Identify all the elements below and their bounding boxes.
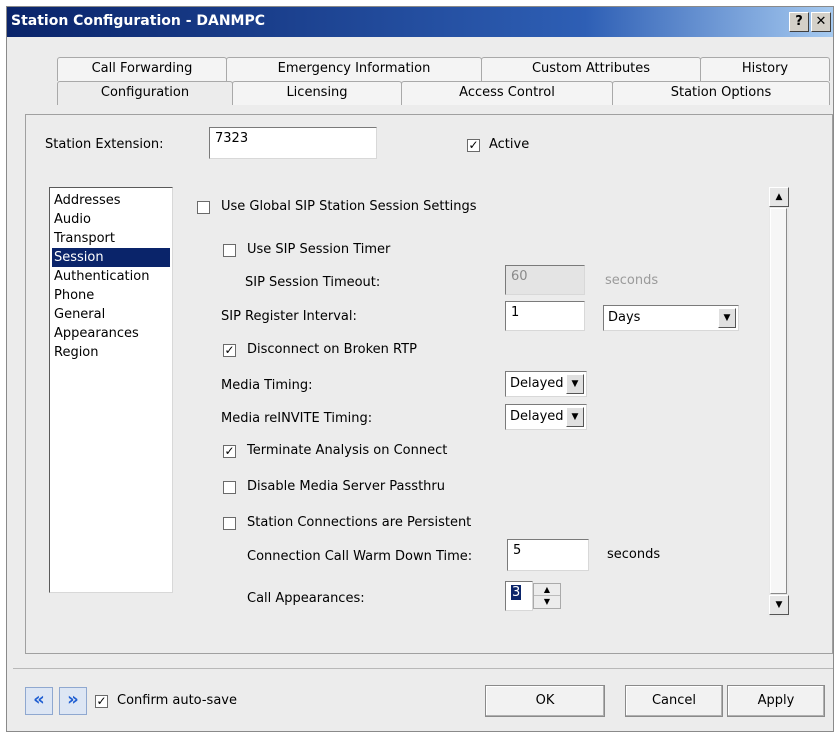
list-item-region[interactable]: Region [52,343,170,362]
tab-station-options[interactable]: Station Options [612,81,830,105]
tab-call-forwarding[interactable]: Call Forwarding [57,57,227,81]
list-item-appearances[interactable]: Appearances [52,324,170,343]
scroll-down-icon[interactable]: ▼ [769,595,789,615]
previous-station-button[interactable]: « [25,687,53,715]
station-extension-input[interactable]: 7323 [209,127,377,159]
use-global-sip-checkbox[interactable] [197,201,210,214]
media-reinvite-timing-select[interactable]: Delayed ▼ [505,404,587,430]
confirm-autosave-label: Confirm auto-save [117,693,237,708]
tab-custom-attributes[interactable]: Custom Attributes [481,57,701,81]
list-item-addresses[interactable]: Addresses [52,191,170,210]
spin-down-icon[interactable]: ▼ [534,596,560,608]
next-station-button[interactable]: » [59,687,87,715]
sip-session-timeout-input[interactable]: 60 [505,265,585,295]
active-checkbox[interactable]: ✓ [467,139,480,152]
scroll-thumb[interactable] [770,208,787,594]
media-reinvite-timing-value: Delayed [510,409,564,424]
sip-session-timeout-unit: seconds [605,273,659,288]
connections-persistent-label: Station Connections are Persistent [247,515,472,530]
tab-emergency-information[interactable]: Emergency Information [226,57,482,81]
tab-configuration[interactable]: Configuration [57,81,233,105]
tab-row-front: Configuration Licensing Access Control S… [57,81,830,105]
active-label: Active [489,137,530,152]
use-global-sip-label: Use Global SIP Station Session Settings [221,199,477,214]
confirm-autosave-checkbox[interactable]: ✓ [95,695,108,708]
window-title: Station Configuration - DANMPC [11,13,266,29]
scroll-up-icon[interactable]: ▲ [769,187,789,207]
media-reinvite-timing-label: Media reINVITE Timing: [221,411,373,426]
apply-button[interactable]: Apply [727,685,825,717]
disable-media-passthru-checkbox[interactable] [223,481,236,494]
sip-session-timeout-label: SIP Session Timeout: [245,275,381,290]
connections-persistent-checkbox[interactable] [223,517,236,530]
list-item-authentication[interactable]: Authentication [52,267,170,286]
sip-register-interval-label: SIP Register Interval: [221,309,357,324]
list-item-transport[interactable]: Transport [52,229,170,248]
warm-down-time-input[interactable]: 5 [507,539,589,571]
spin-up-icon[interactable]: ▲ [534,584,560,596]
tab-access-control[interactable]: Access Control [401,81,613,105]
warm-down-time-label: Connection Call Warm Down Time: [247,549,473,564]
title-bar: Station Configuration - DANMPC ? ✕ [7,7,833,37]
list-item-phone[interactable]: Phone [52,286,170,305]
settings-category-list[interactable]: Addresses Audio Transport Session Authen… [49,187,173,593]
station-configuration-window: Station Configuration - DANMPC ? ✕ Call … [6,6,834,732]
sip-register-unit-value: Days [608,310,641,325]
station-extension-label: Station Extension: [45,137,164,152]
media-timing-label: Media Timing: [221,378,313,393]
tab-licensing[interactable]: Licensing [232,81,402,105]
call-appearances-input[interactable]: 3 [505,581,533,611]
use-sip-session-timer-checkbox[interactable] [223,244,236,257]
use-sip-session-timer-label: Use SIP Session Timer [247,242,391,257]
panel-scrollbar[interactable]: ▲ ▼ [769,187,789,617]
disconnect-broken-rtp-checkbox[interactable]: ✓ [223,344,236,357]
sip-register-unit-select[interactable]: Days ▼ [603,305,739,331]
list-item-audio[interactable]: Audio [52,210,170,229]
tab-history[interactable]: History [700,57,830,81]
call-appearances-spinner[interactable]: ▲ ▼ [533,583,561,609]
help-button[interactable]: ? [789,12,809,32]
chevron-down-icon[interactable]: ▼ [566,407,584,427]
media-timing-select[interactable]: Delayed ▼ [505,371,587,397]
disable-media-passthru-label: Disable Media Server Passthru [247,479,445,494]
chevron-down-icon[interactable]: ▼ [566,374,584,394]
chevron-down-icon[interactable]: ▼ [718,308,736,328]
list-item-session[interactable]: Session [52,248,170,267]
terminate-analysis-checkbox[interactable]: ✓ [223,445,236,458]
terminate-analysis-label: Terminate Analysis on Connect [247,443,448,458]
media-timing-value: Delayed [510,376,564,391]
close-button[interactable]: ✕ [811,12,831,32]
call-appearances-label: Call Appearances: [247,591,365,606]
call-appearances-value: 3 [511,585,522,600]
footer-separator [13,668,833,669]
sip-register-interval-input[interactable]: 1 [505,301,585,331]
disconnect-broken-rtp-label: Disconnect on Broken RTP [247,342,417,357]
ok-button[interactable]: OK [485,685,605,717]
tab-row-back: Call Forwarding Emergency Information Cu… [57,57,830,81]
warm-down-time-unit: seconds [607,547,661,562]
list-item-general[interactable]: General [52,305,170,324]
cancel-button[interactable]: Cancel [625,685,723,717]
